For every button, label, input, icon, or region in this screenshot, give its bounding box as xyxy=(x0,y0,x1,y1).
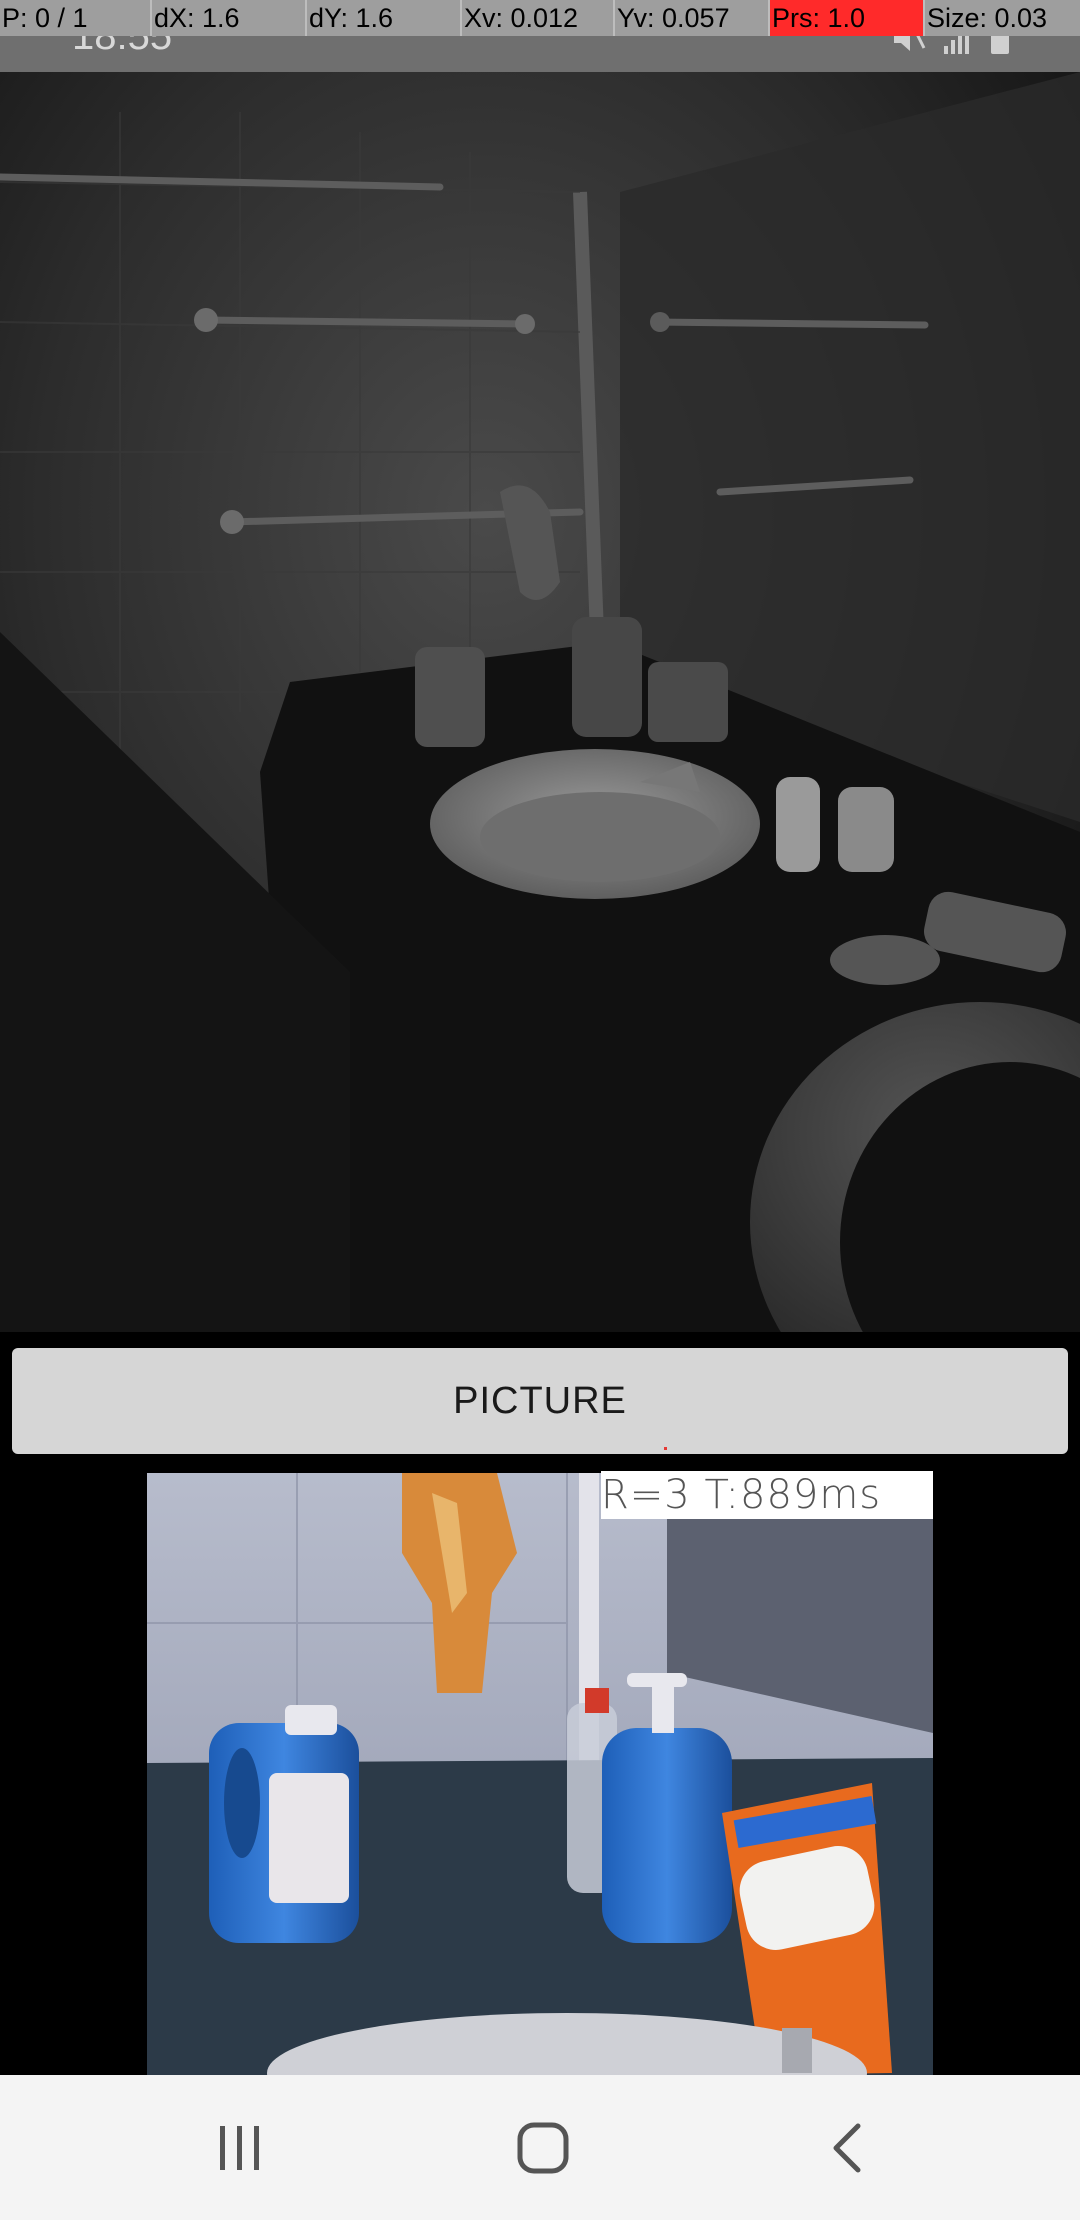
velocity-x: Xv: 0.012 xyxy=(462,0,615,36)
velocity-y: Yv: 0.057 xyxy=(615,0,770,36)
navigation-bar xyxy=(0,2075,1080,2220)
recent-apps-icon xyxy=(220,2125,259,2170)
back-button[interactable] xyxy=(767,2075,927,2220)
delta-y: dY: 1.6 xyxy=(307,0,462,36)
recent-apps-button[interactable] xyxy=(160,2075,320,2220)
home-button[interactable] xyxy=(463,2075,623,2220)
picture-button[interactable]: PICTURE xyxy=(12,1348,1068,1454)
camera-preview[interactable] xyxy=(0,72,1080,1332)
touch-indicator xyxy=(664,1447,667,1450)
back-icon xyxy=(833,2123,861,2172)
captured-picture-image xyxy=(147,1473,933,2075)
pointer-count: P: 0 / 1 xyxy=(0,0,152,36)
pointer-location-overlay: P: 0 / 1 dX: 1.6 dY: 1.6 Xv: 0.012 Yv: 0… xyxy=(0,0,1080,36)
captured-picture xyxy=(147,1473,933,2075)
camera-preview-image xyxy=(0,72,1080,1332)
home-icon xyxy=(517,2122,569,2173)
pressure: Prs: 1.0 xyxy=(770,0,925,36)
touch-size: Size: 0.03 xyxy=(927,3,1048,33)
delta-x: dX: 1.6 xyxy=(152,0,307,36)
result-label: R=3 T:889ms xyxy=(601,1471,933,1519)
